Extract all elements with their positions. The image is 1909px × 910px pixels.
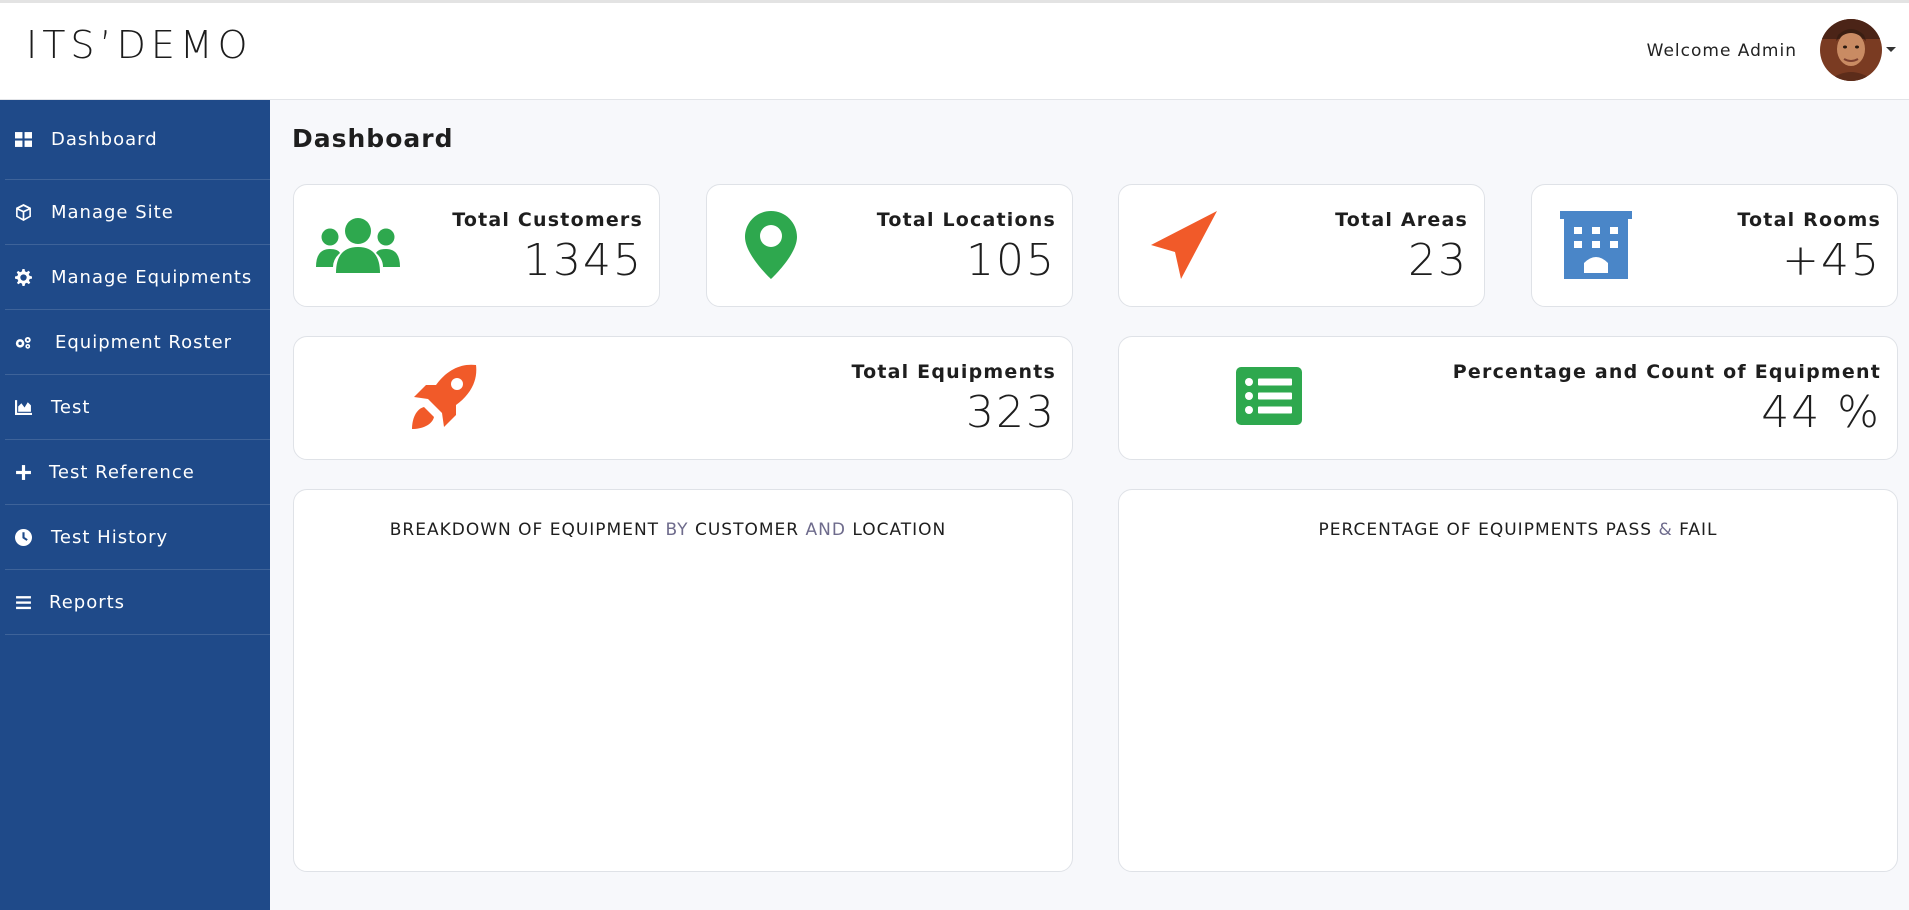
page-title: Dashboard — [292, 124, 454, 153]
stat-value: +45 — [1782, 235, 1881, 286]
stat-value: 323 — [966, 387, 1056, 438]
chevron-down-icon[interactable] — [1886, 47, 1896, 52]
chart-title: BREAKDOWN OF EQUIPMENT BY CUSTOMER AND L… — [294, 520, 1072, 540]
avatar-image — [1820, 19, 1882, 81]
stat-card-areas[interactable]: Total Areas 23 — [1118, 184, 1485, 307]
sidebar-item-reports[interactable]: Reports — [5, 570, 270, 635]
chart-title-part: BREAKDOWN OF EQUIPMENT — [389, 520, 666, 540]
chart-title-part: LOCATION — [845, 520, 947, 540]
sidebar-item-label: Manage Equipments — [51, 266, 253, 288]
stat-card-percentage[interactable]: Percentage and Count of Equipment 44 % — [1118, 336, 1898, 460]
stat-value: 23 — [1408, 235, 1468, 286]
chart-title-conj: & — [1658, 520, 1673, 540]
chart-title: PERCENTAGE OF EQUIPMENTS PASS & FAIL — [1119, 520, 1897, 540]
stat-value: 44 % — [1761, 387, 1881, 438]
sidebar-item-label: Reports — [49, 591, 126, 613]
stat-label: Total Customers — [452, 209, 643, 231]
stat-value: 1345 — [523, 235, 643, 286]
chart-area — [314, 560, 1052, 851]
sidebar-item-manage-site[interactable]: Manage Site — [5, 180, 270, 245]
chart-area — [1139, 560, 1877, 851]
stat-label: Total Areas — [1335, 209, 1468, 231]
app-logo[interactable]: ITS’DEMO — [26, 23, 253, 67]
sidebar-item-manage-equipments[interactable]: Manage Equipments — [5, 245, 270, 310]
sidebar-item-label: Dashboard — [51, 129, 158, 150]
users-icon — [316, 215, 400, 281]
sidebar-item-label: Equipment Roster — [55, 331, 233, 353]
gear-icon — [13, 267, 33, 287]
stat-card-locations[interactable]: Total Locations 105 — [706, 184, 1073, 307]
sidebar-item-test[interactable]: Test — [5, 375, 270, 440]
top-bar: ITS’DEMO Welcome Admin — [0, 0, 1909, 100]
sidebar-item-label: Manage Site — [51, 201, 174, 223]
chart-title-conj: BY — [665, 520, 689, 540]
chart-title-conj: AND — [805, 520, 846, 540]
sidebar-item-label: Test — [51, 396, 91, 418]
building-icon — [1560, 211, 1632, 283]
stat-card-customers[interactable]: Total Customers 1345 — [293, 184, 660, 307]
stat-label: Percentage and Count of Equipment — [1452, 361, 1881, 383]
chart-card-breakdown: BREAKDOWN OF EQUIPMENT BY CUSTOMER AND L… — [293, 489, 1073, 872]
sidebar-item-dashboard[interactable]: Dashboard — [5, 100, 270, 180]
paper-plane-icon — [1151, 211, 1217, 283]
clock-icon — [13, 527, 33, 547]
stat-label: Total Rooms — [1737, 209, 1881, 231]
sidebar-item-test-reference[interactable]: Test Reference — [5, 440, 270, 505]
rocket-icon — [410, 363, 478, 435]
cube-icon — [13, 202, 33, 222]
list-icon — [13, 592, 33, 612]
welcome-text: Welcome Admin — [1646, 41, 1797, 61]
list-alt-icon — [1236, 367, 1302, 429]
stat-label: Total Locations — [876, 209, 1056, 231]
stat-card-rooms[interactable]: Total Rooms +45 — [1531, 184, 1898, 307]
stat-label: Total Equipments — [851, 361, 1056, 383]
area-chart-icon — [13, 397, 33, 417]
chart-title-part: CUSTOMER — [688, 520, 806, 540]
plus-icon — [13, 462, 33, 482]
chart-card-pass-fail: PERCENTAGE OF EQUIPMENTS PASS & FAIL — [1118, 489, 1898, 872]
sidebar-item-equipment-roster[interactable]: Equipment Roster — [5, 310, 270, 375]
grid-icon — [13, 130, 33, 150]
avatar[interactable] — [1820, 19, 1882, 81]
chart-title-part: PERCENTAGE OF EQUIPMENTS PASS — [1318, 520, 1659, 540]
stat-card-equipments[interactable]: Total Equipments 323 — [293, 336, 1073, 460]
chart-title-part: FAIL — [1672, 520, 1718, 540]
sidebar-item-label: Test History — [51, 526, 169, 548]
sidebar-item-test-history[interactable]: Test History — [5, 505, 270, 570]
stat-value: 105 — [966, 235, 1056, 286]
gears-icon — [13, 332, 33, 352]
map-marker-icon — [745, 211, 797, 283]
sidebar-item-label: Test Reference — [49, 461, 195, 483]
sidebar: Dashboard Manage Site Manage Equipments … — [0, 100, 270, 910]
